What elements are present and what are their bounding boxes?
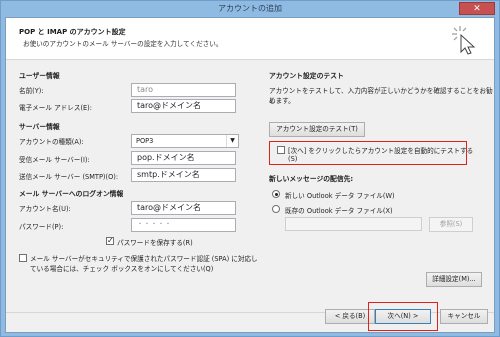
cancel-button[interactable]: キャンセル (440, 309, 488, 324)
auto-test-label-line2: (S) (288, 155, 298, 163)
radio-selected-dot (275, 193, 278, 196)
account-type-select[interactable]: POP3 ▼ (131, 134, 239, 148)
logon-info-heading: メール サーバーへのログオン情報 (19, 190, 124, 198)
close-button[interactable]: ✕ (459, 2, 495, 15)
account-name-field[interactable]: taro@ドメイン名 (131, 201, 236, 215)
cursor-click-icon (452, 26, 476, 55)
server-info-heading: サーバー情報 (19, 123, 60, 131)
test-account-button[interactable]: アカウント設定のテスト(T) (269, 122, 365, 137)
auto-test-checkbox[interactable] (277, 146, 285, 154)
account-type-value: POP3 (136, 137, 154, 145)
delivery-heading: 新しいメッセージの配信先: (269, 175, 354, 183)
new-data-file-radio[interactable] (272, 190, 280, 198)
user-info-heading: ユーザー情報 (19, 72, 60, 80)
spa-checkbox[interactable] (19, 254, 27, 262)
spa-label-line1: メール サーバーがセキュリティで保護されたパスワード認証 (SPA) に対応し (30, 255, 258, 263)
existing-data-file-path[interactable] (285, 217, 422, 231)
account-name-label: アカウント名(U): (19, 205, 71, 213)
password-field[interactable]: ・・・・・ (131, 218, 236, 232)
test-description-line2: します。 (269, 97, 295, 105)
chevron-down-icon: ▼ (226, 135, 238, 147)
window-title: アカウントの追加 (218, 4, 282, 13)
auto-test-label-line1: [次へ] をクリックしたらアカウント設定を自動的にテストする (288, 147, 474, 155)
account-type-label: アカウントの種類(A): (19, 138, 84, 146)
title-bar: アカウントの追加 ✕ (1, 1, 499, 17)
incoming-server-field[interactable]: pop.ドメイン名 (131, 151, 236, 165)
test-description-line1: アカウントをテストして、入力内容が正しいかどうかを確認することをお勧め (269, 87, 493, 105)
next-button-highlight (368, 302, 438, 331)
page-title: POP と IMAP のアカウント設定 (19, 28, 126, 36)
save-password-checkbox[interactable]: ✓ (106, 236, 114, 245)
test-settings-heading: アカウント設定のテスト (269, 72, 344, 80)
page-subtitle: お使いのアカウントのメール サーバーの設定を入力してください。 (23, 40, 223, 48)
spa-label-line2: ている場合には、チェック ボックスをオンにしてください(Q) (30, 265, 214, 273)
browse-button[interactable]: 参照(S) (429, 217, 473, 232)
close-icon: ✕ (473, 4, 481, 14)
incoming-server-label: 受信メール サーバー(I): (19, 156, 90, 164)
existing-data-file-label: 既存の Outlook データ ファイル(X) (285, 207, 393, 215)
checkmark-icon: ✓ (107, 236, 114, 245)
email-field[interactable]: taro@ドメイン名 (131, 99, 236, 113)
email-label: 電子メール アドレス(E): (19, 104, 92, 112)
password-label: パスワード(P): (19, 223, 64, 231)
dialog-body: POP と IMAP のアカウント設定 お使いのアカウントのメール サーバーの設… (5, 17, 495, 333)
save-password-label: パスワードを保存する(R) (117, 239, 193, 247)
existing-data-file-radio[interactable] (272, 205, 280, 213)
more-settings-button[interactable]: 詳細設定(M)... (426, 272, 482, 287)
dialog-header: POP と IMAP のアカウント設定 お使いのアカウントのメール サーバーの設… (6, 18, 494, 60)
name-field[interactable]: taro (131, 83, 236, 97)
name-label: 名前(Y): (19, 87, 44, 95)
dialog-window: アカウントの追加 ✕ POP と IMAP のアカウント設定 お使いのアカウント… (0, 0, 500, 337)
new-data-file-label: 新しい Outlook データ ファイル(W) (285, 192, 395, 200)
outgoing-server-label: 送信メール サーバー (SMTP)(O): (19, 173, 119, 181)
outgoing-server-field[interactable]: smtp.ドメイン名 (131, 168, 236, 182)
